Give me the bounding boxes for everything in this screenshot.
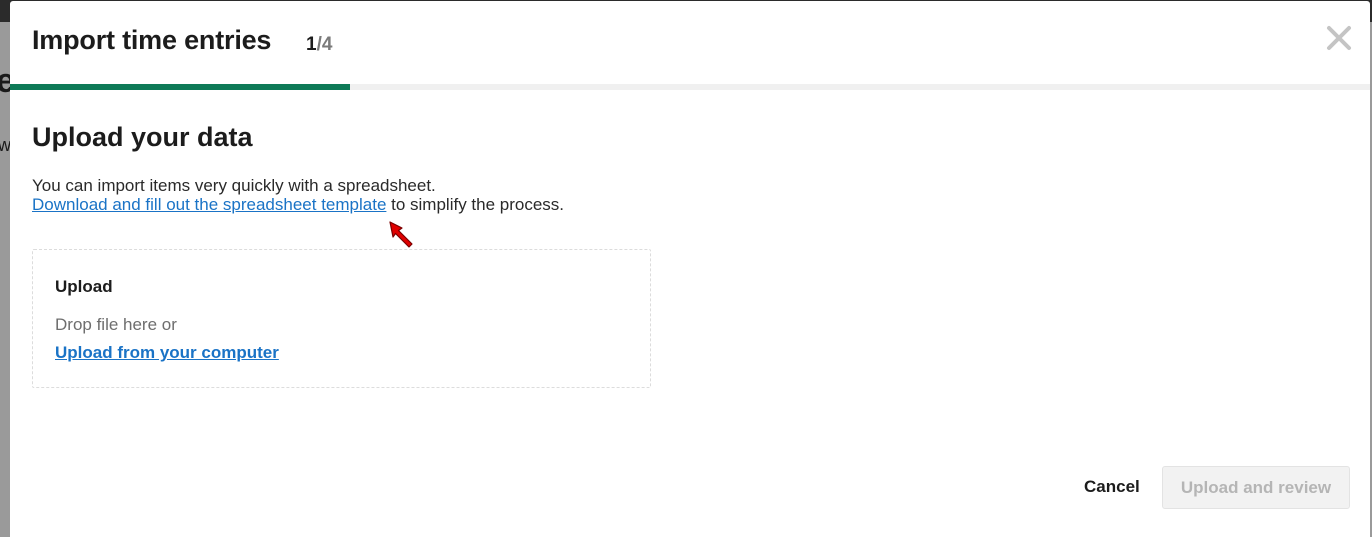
cancel-button[interactable]: Cancel xyxy=(1072,467,1152,507)
step-progress-bar xyxy=(10,84,1370,90)
dialog-title: Import time entries xyxy=(32,25,272,55)
section-heading: Upload your data xyxy=(32,122,253,152)
upload-from-computer-link[interactable]: Upload from your computer xyxy=(55,343,279,363)
step-total: 4 xyxy=(321,34,333,55)
close-icon xyxy=(1327,26,1351,50)
step-current: 1 xyxy=(306,34,317,55)
download-template-link[interactable]: Download and fill out the spreadsheet te… xyxy=(32,195,386,214)
upload-dropzone[interactable]: Upload Drop file here or Upload from you… xyxy=(32,249,651,388)
mouse-cursor-icon xyxy=(389,221,413,248)
template-line: Download and fill out the spreadsheet te… xyxy=(32,195,564,215)
import-dialog: Import time entries 1/4 Upload your data… xyxy=(10,1,1370,537)
upload-title: Upload xyxy=(55,277,113,296)
step-counter: 1/4 xyxy=(306,34,332,56)
intro-text: You can import items very quickly with a… xyxy=(32,176,436,195)
dialog-header: Import time entries 1/4 xyxy=(10,1,1370,85)
close-button[interactable] xyxy=(1322,21,1356,55)
upload-and-review-button[interactable]: Upload and review xyxy=(1162,466,1350,509)
template-suffix-text: to simplify the process. xyxy=(386,195,565,214)
drop-file-text: Drop file here or xyxy=(55,315,177,334)
step-progress-fill xyxy=(10,84,350,90)
